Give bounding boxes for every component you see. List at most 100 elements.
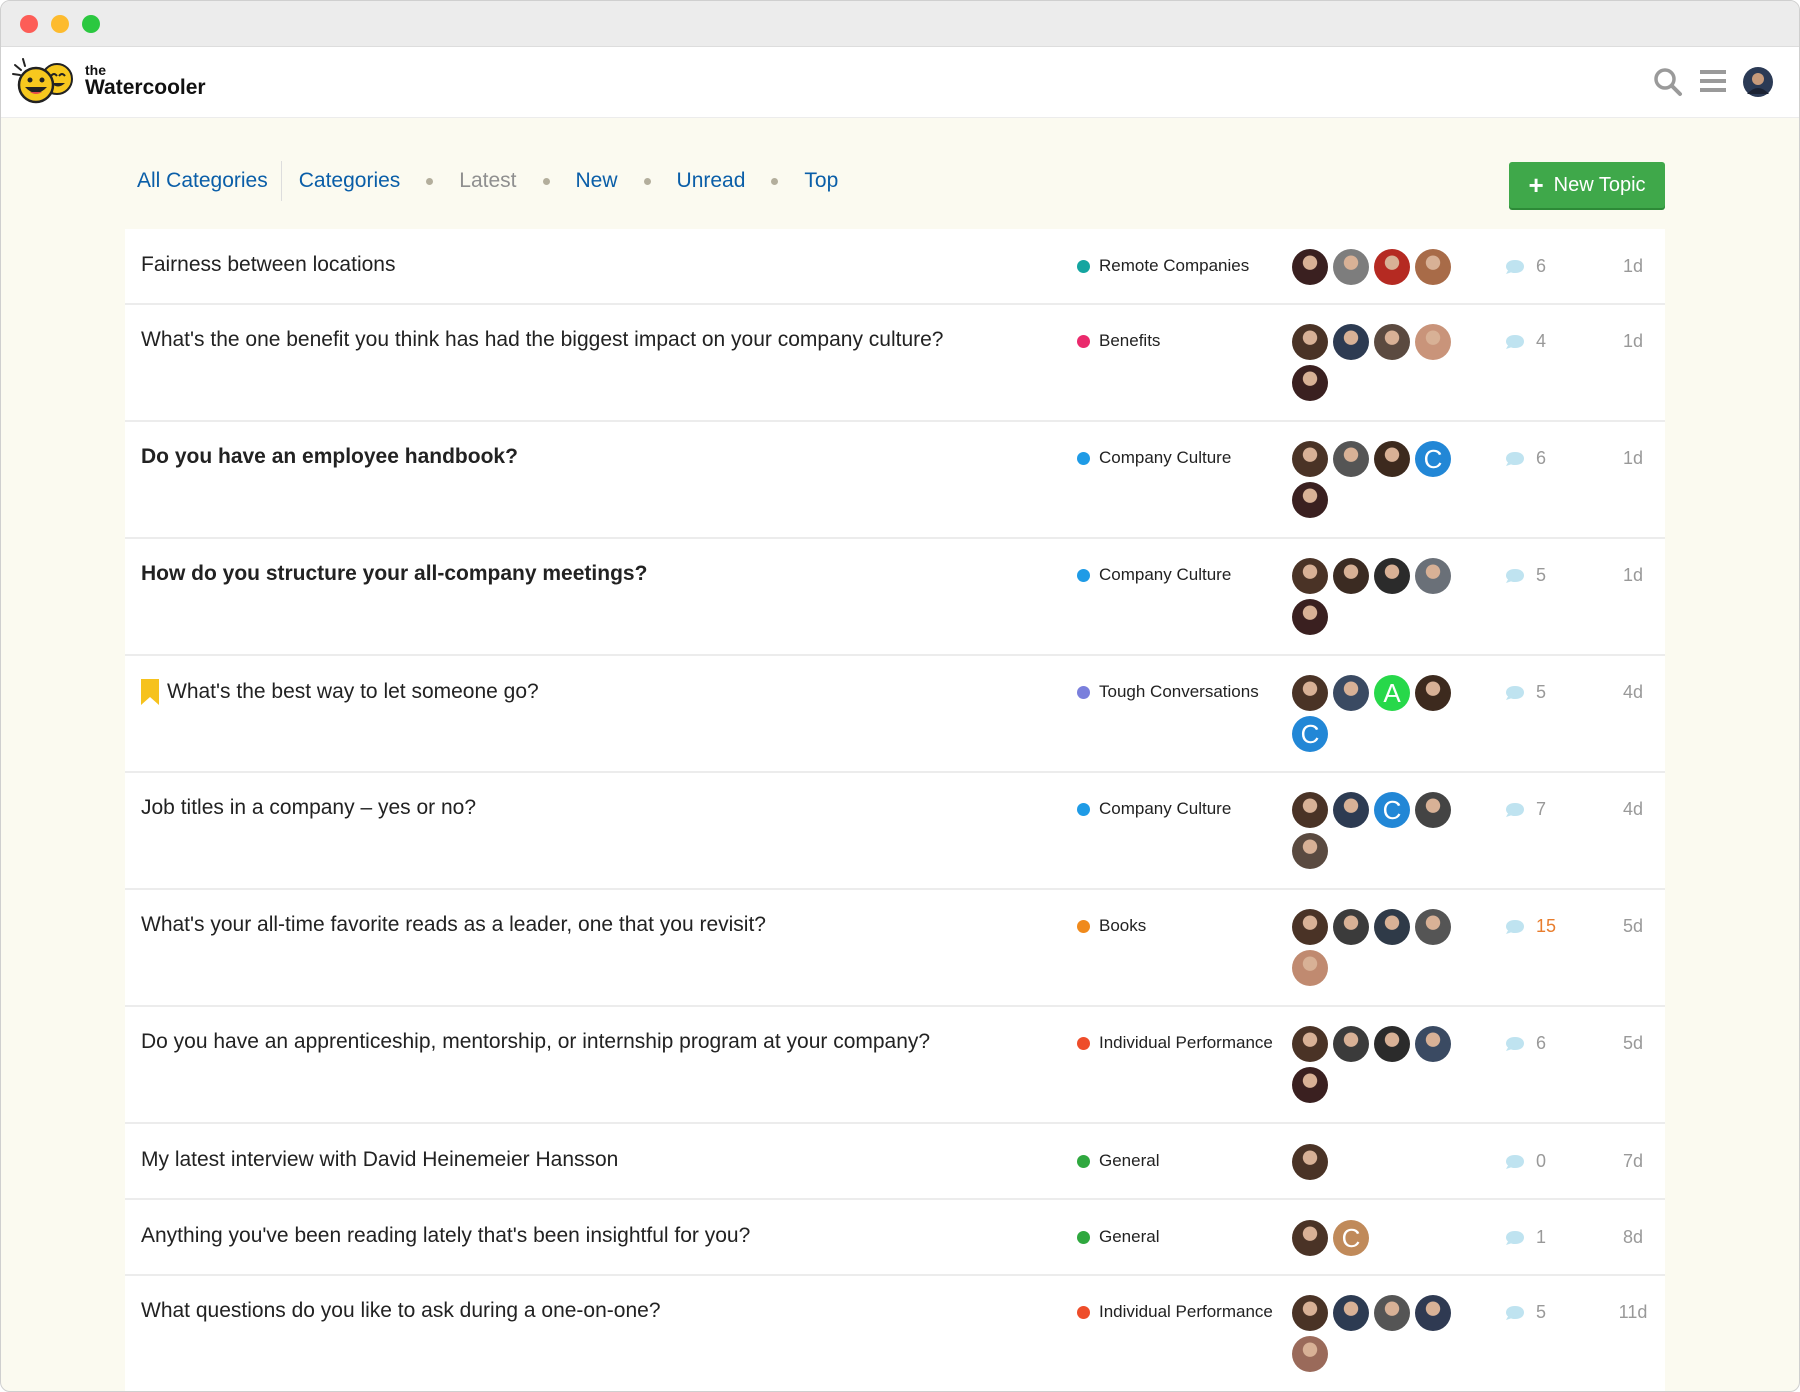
site-brand[interactable]: the Watercooler (85, 63, 206, 99)
reply-count[interactable]: 6 (1505, 448, 1585, 469)
nav-new[interactable]: New (576, 169, 618, 193)
category-badge[interactable]: Company Culture (1077, 448, 1231, 468)
poster-avatar[interactable] (1415, 675, 1451, 711)
nav-latest[interactable]: Latest (459, 169, 516, 193)
category-badge[interactable]: General (1077, 1151, 1159, 1171)
reply-count[interactable]: 5 (1505, 1302, 1585, 1323)
topic-row[interactable]: Do you have an employee handbook? Company… (125, 422, 1665, 539)
poster-avatar[interactable] (1292, 1067, 1328, 1103)
topic-row[interactable]: What's your all-time favorite reads as a… (125, 890, 1665, 1007)
reply-count[interactable]: 6 (1505, 256, 1585, 277)
poster-avatar[interactable]: C (1415, 441, 1451, 477)
topic-title[interactable]: How do you structure your all-company me… (141, 562, 647, 586)
poster-avatar[interactable] (1292, 1026, 1328, 1062)
close-window-button[interactable] (20, 15, 38, 33)
topic-title[interactable]: Anything you've been reading lately that… (141, 1224, 750, 1248)
poster-avatar[interactable] (1415, 909, 1451, 945)
poster-avatar[interactable] (1292, 675, 1328, 711)
poster-avatar[interactable] (1374, 1295, 1410, 1331)
topic-title[interactable]: What's the one benefit you think has had… (141, 328, 944, 352)
user-avatar-icon[interactable] (1743, 67, 1773, 97)
topic-title[interactable]: What's the best way to let someone go? (141, 679, 539, 705)
poster-avatar[interactable] (1333, 324, 1369, 360)
poster-avatar[interactable] (1292, 482, 1328, 518)
topic-row[interactable]: Job titles in a company – yes or no? Comp… (125, 773, 1665, 890)
topic-title[interactable]: My latest interview with David Heinemeie… (141, 1148, 618, 1172)
topic-title[interactable]: Do you have an apprenticeship, mentorshi… (141, 1030, 930, 1054)
poster-avatar[interactable] (1292, 1220, 1328, 1256)
topic-age[interactable]: 11d (1585, 1302, 1681, 1323)
poster-avatar[interactable] (1333, 441, 1369, 477)
poster-avatar[interactable] (1333, 1026, 1369, 1062)
topic-row[interactable]: What's the best way to let someone go? To… (125, 656, 1665, 773)
poster-avatar[interactable] (1292, 324, 1328, 360)
reply-count[interactable]: 1 (1505, 1227, 1585, 1248)
poster-avatar[interactable] (1333, 909, 1369, 945)
nav-top[interactable]: Top (804, 169, 838, 193)
poster-avatar[interactable] (1415, 1026, 1451, 1062)
topic-age[interactable]: 1d (1585, 448, 1681, 469)
topic-age[interactable]: 1d (1585, 565, 1681, 586)
category-badge[interactable]: Remote Companies (1077, 256, 1249, 276)
poster-avatar[interactable]: C (1333, 1220, 1369, 1256)
poster-avatar[interactable] (1292, 599, 1328, 635)
topic-age[interactable]: 7d (1585, 1151, 1681, 1172)
category-badge[interactable]: Tough Conversations (1077, 682, 1259, 702)
topic-age[interactable]: 5d (1585, 1033, 1681, 1054)
poster-avatar[interactable]: C (1292, 716, 1328, 752)
topic-age[interactable]: 1d (1585, 256, 1681, 277)
poster-avatar[interactable] (1415, 1295, 1451, 1331)
poster-avatar[interactable] (1374, 324, 1410, 360)
topic-age[interactable]: 5d (1585, 916, 1681, 937)
poster-avatar[interactable] (1415, 558, 1451, 594)
category-badge[interactable]: Company Culture (1077, 799, 1231, 819)
topic-row[interactable]: How do you structure your all-company me… (125, 539, 1665, 656)
poster-avatar[interactable] (1292, 950, 1328, 986)
poster-avatar[interactable] (1292, 441, 1328, 477)
poster-avatar[interactable] (1292, 558, 1328, 594)
topic-age[interactable]: 4d (1585, 682, 1681, 703)
topic-title[interactable]: What questions do you like to ask during… (141, 1299, 661, 1323)
category-badge[interactable]: Company Culture (1077, 565, 1231, 585)
topic-title[interactable]: What's your all-time favorite reads as a… (141, 913, 766, 937)
topic-title[interactable]: Fairness between locations (141, 253, 395, 277)
poster-avatar[interactable] (1374, 909, 1410, 945)
nav-all-categories[interactable]: All Categories (137, 169, 268, 193)
reply-count[interactable]: 15 (1505, 916, 1585, 937)
poster-avatar[interactable] (1333, 558, 1369, 594)
poster-avatar[interactable] (1374, 441, 1410, 477)
nav-unread[interactable]: Unread (677, 169, 746, 193)
new-topic-button[interactable]: + New Topic (1509, 162, 1665, 208)
poster-avatar[interactable]: C (1374, 792, 1410, 828)
reply-count[interactable]: 6 (1505, 1033, 1585, 1054)
poster-avatar[interactable] (1333, 675, 1369, 711)
category-badge[interactable]: General (1077, 1227, 1159, 1247)
topic-age[interactable]: 1d (1585, 331, 1681, 352)
poster-avatar[interactable] (1292, 1144, 1328, 1180)
topic-row[interactable]: Anything you've been reading lately that… (125, 1200, 1665, 1276)
topic-age[interactable]: 4d (1585, 799, 1681, 820)
poster-avatar[interactable]: A (1374, 675, 1410, 711)
reply-count[interactable]: 7 (1505, 799, 1585, 820)
poster-avatar[interactable] (1374, 249, 1410, 285)
hamburger-menu-icon[interactable] (1700, 69, 1726, 93)
reply-count[interactable]: 5 (1505, 565, 1585, 586)
poster-avatar[interactable] (1333, 792, 1369, 828)
poster-avatar[interactable] (1415, 792, 1451, 828)
poster-avatar[interactable] (1333, 249, 1369, 285)
minimize-window-button[interactable] (51, 15, 69, 33)
watercooler-logo-icon[interactable] (11, 55, 81, 109)
reply-count[interactable]: 5 (1505, 682, 1585, 703)
poster-avatar[interactable] (1292, 1336, 1328, 1372)
category-badge[interactable]: Individual Performance (1077, 1302, 1273, 1322)
topic-row[interactable]: What's the one benefit you think has had… (125, 305, 1665, 422)
zoom-window-button[interactable] (82, 15, 100, 33)
topic-row[interactable]: Do you have an apprenticeship, mentorshi… (125, 1007, 1665, 1124)
poster-avatar[interactable] (1292, 365, 1328, 401)
poster-avatar[interactable] (1292, 792, 1328, 828)
topic-row[interactable]: Fairness between locations Remote Compani… (125, 229, 1665, 305)
reply-count[interactable]: 0 (1505, 1151, 1585, 1172)
topic-row[interactable]: What questions do you like to ask during… (125, 1276, 1665, 1391)
poster-avatar[interactable] (1333, 1295, 1369, 1331)
category-badge[interactable]: Books (1077, 916, 1146, 936)
